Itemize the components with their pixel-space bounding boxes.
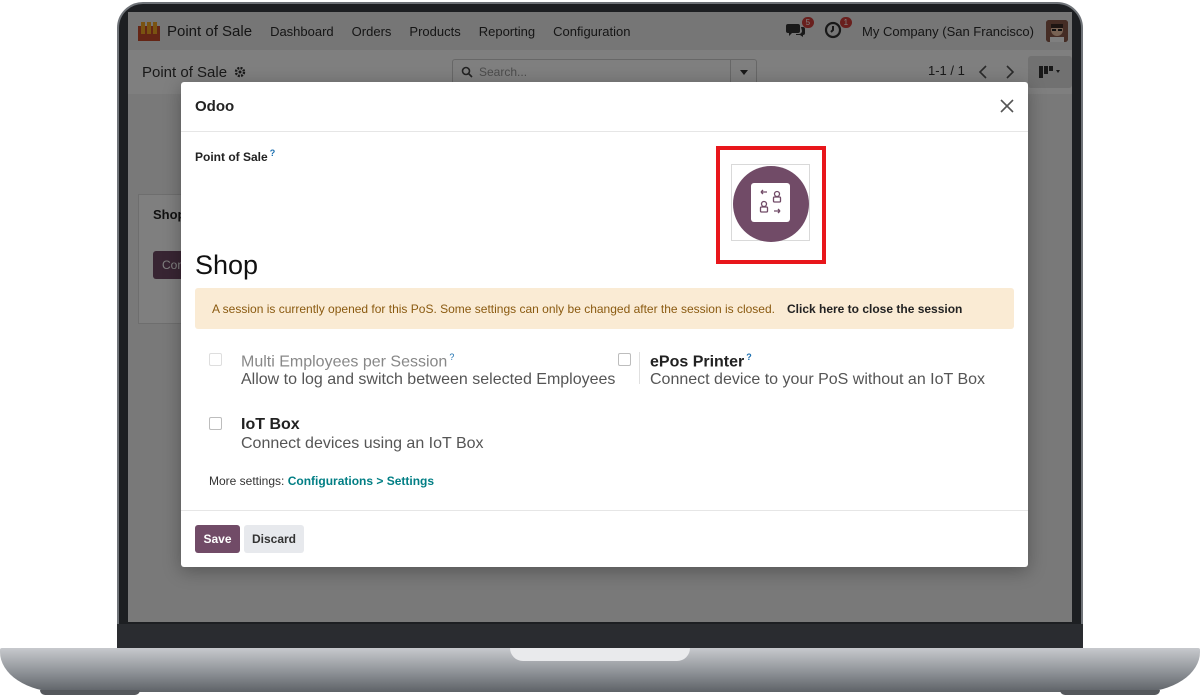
dialog-footer: Save Discard <box>181 510 1028 567</box>
pos-name-field[interactable]: Shop <box>195 250 258 281</box>
more-settings: More settings: Configurations > Settings <box>209 474 434 488</box>
setting-desc-iot-box: Connect devices using an IoT Box <box>241 435 484 452</box>
employees-switch-icon <box>751 183 790 222</box>
dialog-header: Odoo <box>181 82 1028 132</box>
setting-divider <box>639 352 640 384</box>
field-label-pos: Point of Sale? <box>195 148 275 164</box>
setting-desc-multi-employees: Allow to log and switch between selected… <box>241 371 616 388</box>
save-button[interactable]: Save <box>195 525 240 553</box>
setting-title-epos-printer: ePos Printer? <box>650 352 752 371</box>
setting-title-text: Multi Employees per Session <box>241 353 448 371</box>
help-tooltip-icon[interactable]: ? <box>449 352 454 362</box>
laptop-notch <box>510 648 690 661</box>
alert-message: A session is currently opened for this P… <box>212 301 775 316</box>
session-warning-alert: A session is currently opened for this P… <box>195 288 1014 329</box>
close-icon[interactable] <box>998 97 1016 115</box>
help-tooltip-icon[interactable]: ? <box>746 352 752 362</box>
close-session-link[interactable]: Click here to close the session <box>787 302 962 316</box>
setting-title-multi-employees: Multi Employees per Session? <box>241 352 454 371</box>
setting-title-iot-box: IoT Box <box>241 416 300 433</box>
setting-desc-epos-printer: Connect device to your PoS without an Io… <box>650 371 986 388</box>
laptop-foot-right <box>1060 690 1160 695</box>
laptop-bezel-bottom <box>117 624 1083 650</box>
iot-box-checkbox[interactable] <box>209 417 222 430</box>
multi-employees-checkbox[interactable] <box>209 353 222 366</box>
help-tooltip-icon[interactable]: ? <box>270 148 276 158</box>
discard-button[interactable]: Discard <box>244 525 304 553</box>
dialog-title: Odoo <box>195 98 235 115</box>
laptop-foot-left <box>40 690 140 695</box>
configurations-settings-link[interactable]: Configurations > Settings <box>288 474 434 488</box>
laptop-mockup: Point of Sale Dashboard Orders Products … <box>0 0 1200 697</box>
pos-config-dialog: Odoo Point of Sale? Shop A session is cu… <box>181 82 1028 567</box>
field-label-text: Point of Sale <box>195 150 268 164</box>
setting-title-text: ePos Printer <box>650 353 745 371</box>
epos-printer-checkbox[interactable] <box>618 353 631 366</box>
more-settings-label: More settings: <box>209 474 285 488</box>
